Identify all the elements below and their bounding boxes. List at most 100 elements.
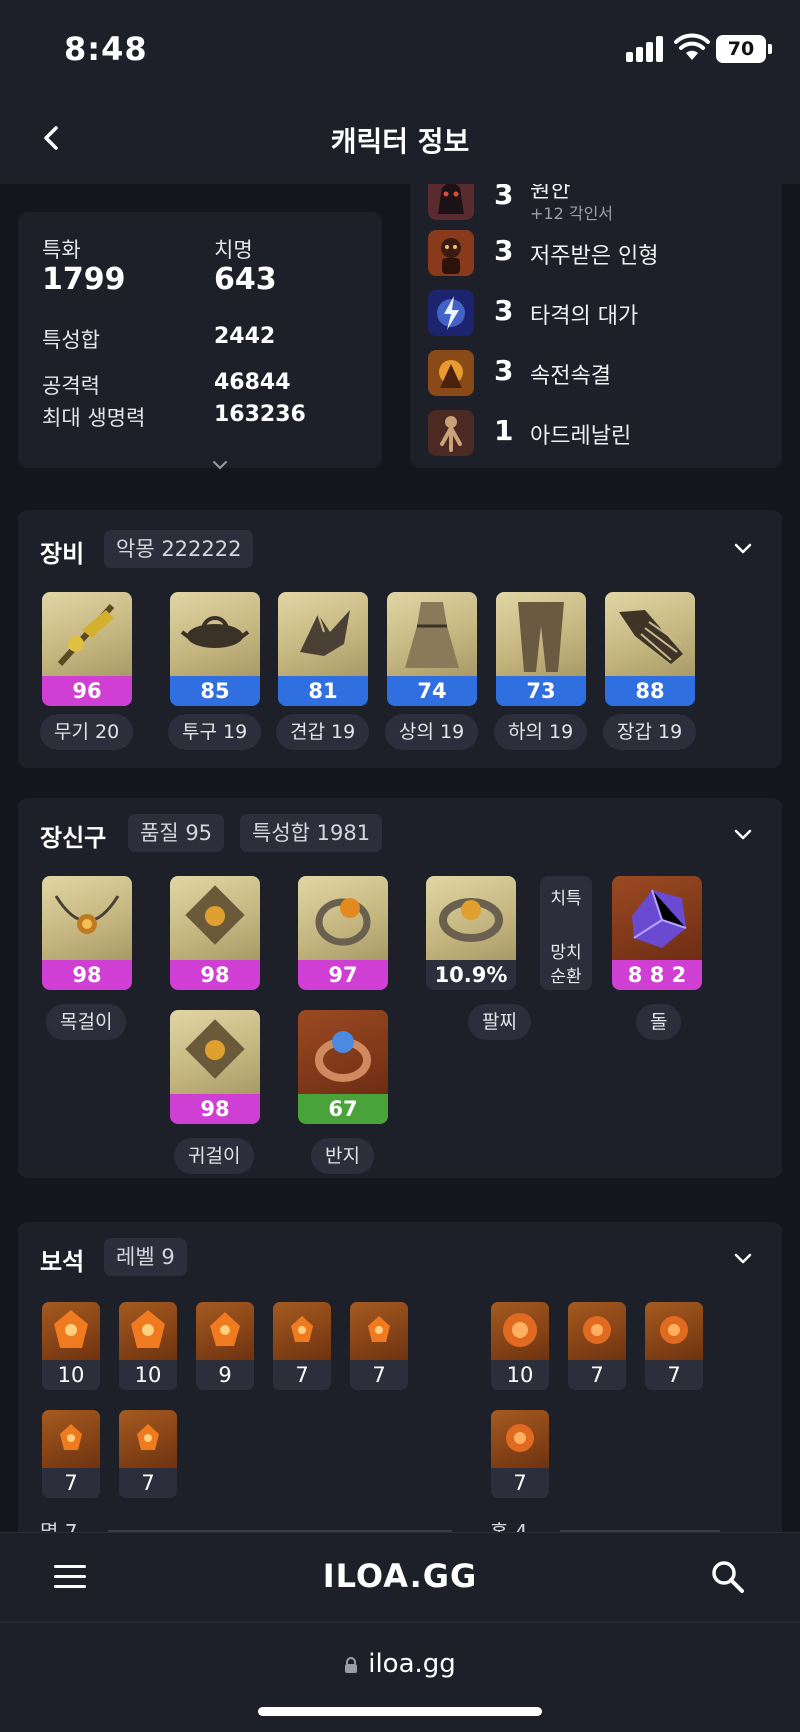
gem-item[interactable]: 7 (491, 1410, 549, 1498)
home-indicator[interactable] (258, 1707, 542, 1716)
accessory-stone[interactable]: 8 8 2 (612, 876, 702, 990)
accessory-necklace[interactable]: 98 (42, 876, 132, 990)
engraving-level: 3 (494, 354, 514, 387)
browser-url-bar[interactable]: iloa.gg (0, 1622, 800, 1732)
engraving-row[interactable]: 3 속전속결 (428, 348, 758, 398)
bracelet-option: 망치 (550, 943, 582, 963)
gem-cooldown-icon (568, 1302, 626, 1360)
gem-level: 10 (491, 1360, 549, 1390)
scroll-content[interactable]: 특화 1799 치명 643 특성합 2442 공격력 46844 최대 생명력… (0, 184, 800, 1532)
gem-cooldown-icon (491, 1410, 549, 1468)
engraving-row[interactable]: 3 원한 +12 각인서 (428, 184, 758, 223)
url-display[interactable]: iloa.gg (0, 1649, 800, 1679)
gem-damage-icon (196, 1302, 254, 1360)
engraving-row[interactable]: 1 아드레날린 (428, 408, 758, 458)
accessories-title: 장신구 (40, 824, 107, 852)
equipment-label: 하의 19 (494, 714, 588, 750)
bracelet-option: 순환 (550, 967, 582, 987)
quality-badge: 98 (42, 960, 132, 990)
expand-stats-icon[interactable] (210, 458, 230, 472)
gem-item[interactable]: 10 (119, 1302, 177, 1390)
engraving-name: 저주받은 인형 (530, 244, 659, 269)
page-title: 캐릭터 정보 (330, 125, 470, 158)
lightning-strike-icon (428, 290, 474, 336)
gem-item[interactable]: 7 (350, 1302, 408, 1390)
chevron-down-icon[interactable] (732, 542, 754, 556)
url-text: iloa.gg (368, 1649, 456, 1679)
accessory-ring[interactable]: 97 (298, 876, 388, 990)
chevron-down-icon[interactable] (732, 1252, 754, 1266)
engraving-level: 3 (494, 234, 514, 267)
gem-damage-icon (42, 1410, 100, 1468)
equipment-title: 장비 (40, 540, 85, 568)
gem-cooldown-icon (491, 1302, 549, 1360)
max-hp-label: 최대 생명력 (42, 406, 146, 430)
gem-item[interactable]: 10 (491, 1302, 549, 1390)
earring-icon (170, 1010, 260, 1094)
engraving-level: 1 (494, 414, 514, 447)
stats-card: 특화 1799 치명 643 특성합 2442 공격력 46844 최대 생명력… (18, 212, 382, 470)
quality-badge: 96 (42, 676, 132, 706)
quality-badge: 88 (605, 676, 695, 706)
quality-badge: 98 (170, 960, 260, 990)
ring-label: 반지 (311, 1138, 374, 1174)
equipment-helmet[interactable]: 85 (170, 592, 260, 706)
bracelet-icon (426, 876, 516, 960)
battery-nub (768, 44, 772, 54)
gem-item[interactable]: 7 (119, 1410, 177, 1498)
search-icon[interactable] (710, 1559, 746, 1595)
demon-face-icon (428, 184, 474, 220)
gem-item[interactable]: 7 (273, 1302, 331, 1390)
chevron-down-icon[interactable] (732, 828, 754, 842)
status-bar: 8:48 70 (0, 0, 800, 96)
bracelet-option: 치특 (550, 889, 582, 909)
gem-damage-icon (42, 1302, 100, 1360)
gem-cooldown-icon (645, 1302, 703, 1360)
screen: 8:48 70 캐릭터 정보 특화 1799 치명 643 특성합 2442 공… (0, 0, 800, 1732)
equipment-shoulder[interactable]: 81 (278, 592, 368, 706)
engraving-row[interactable]: 3 저주받은 인형 (428, 228, 758, 278)
ring-icon (298, 1010, 388, 1094)
gem-level: 10 (42, 1360, 100, 1390)
accessory-earring[interactable]: 98 (170, 876, 260, 990)
equipment-chest[interactable]: 74 (387, 592, 477, 706)
brand-logo[interactable]: ILOA.GG (0, 1557, 800, 1595)
gem-item[interactable]: 9 (196, 1302, 254, 1390)
battery-icon: 70 (716, 35, 766, 63)
gem-item[interactable]: 7 (645, 1302, 703, 1390)
adrenaline-icon (428, 410, 474, 456)
helmet-icon (170, 592, 260, 676)
equipment-gloves[interactable]: 88 (605, 592, 695, 706)
necklace-label: 목걸이 (46, 1004, 127, 1040)
gem-item[interactable]: 7 (42, 1410, 100, 1498)
gem-level: 9 (196, 1360, 254, 1390)
equipment-label: 무기 20 (40, 714, 134, 750)
quality-badge: 81 (278, 676, 368, 706)
equipment-weapon[interactable]: 96 (42, 592, 132, 706)
attack-label: 공격력 (42, 374, 100, 398)
signal-icon (626, 36, 664, 62)
stone-label: 돌 (636, 1004, 682, 1040)
accessory-earring[interactable]: 98 (170, 1010, 260, 1124)
equipment-pants[interactable]: 73 (496, 592, 586, 706)
bracelet-label: 팔찌 (468, 1004, 531, 1040)
cursed-doll-icon (428, 230, 474, 276)
wifi-icon (674, 33, 710, 60)
engraving-name: 아드레날린 (530, 424, 632, 449)
bracelet-options: 치특 망치 순환 (540, 876, 592, 990)
accessory-ring[interactable]: 67 (298, 1010, 388, 1124)
battery-level: 70 (727, 38, 755, 60)
gem-item[interactable]: 10 (42, 1302, 100, 1390)
nav-bar: 캐릭터 정보 (0, 96, 800, 184)
accessory-bracelet[interactable]: 10.9% (426, 876, 516, 990)
max-hp-value: 163236 (214, 402, 306, 427)
equipment-label: 상의 19 (385, 714, 479, 750)
equipment-label: 장갑 19 (603, 714, 697, 750)
engraving-row[interactable]: 3 타격의 대가 (428, 288, 758, 338)
bottom-app-bar: ILOA.GG (0, 1532, 800, 1622)
gem-level: 7 (42, 1468, 100, 1498)
equipment-label: 견갑 19 (276, 714, 370, 750)
gem-item[interactable]: 7 (568, 1302, 626, 1390)
lock-icon (345, 1657, 358, 1673)
engraving-book: +12 각인서 (530, 204, 614, 223)
